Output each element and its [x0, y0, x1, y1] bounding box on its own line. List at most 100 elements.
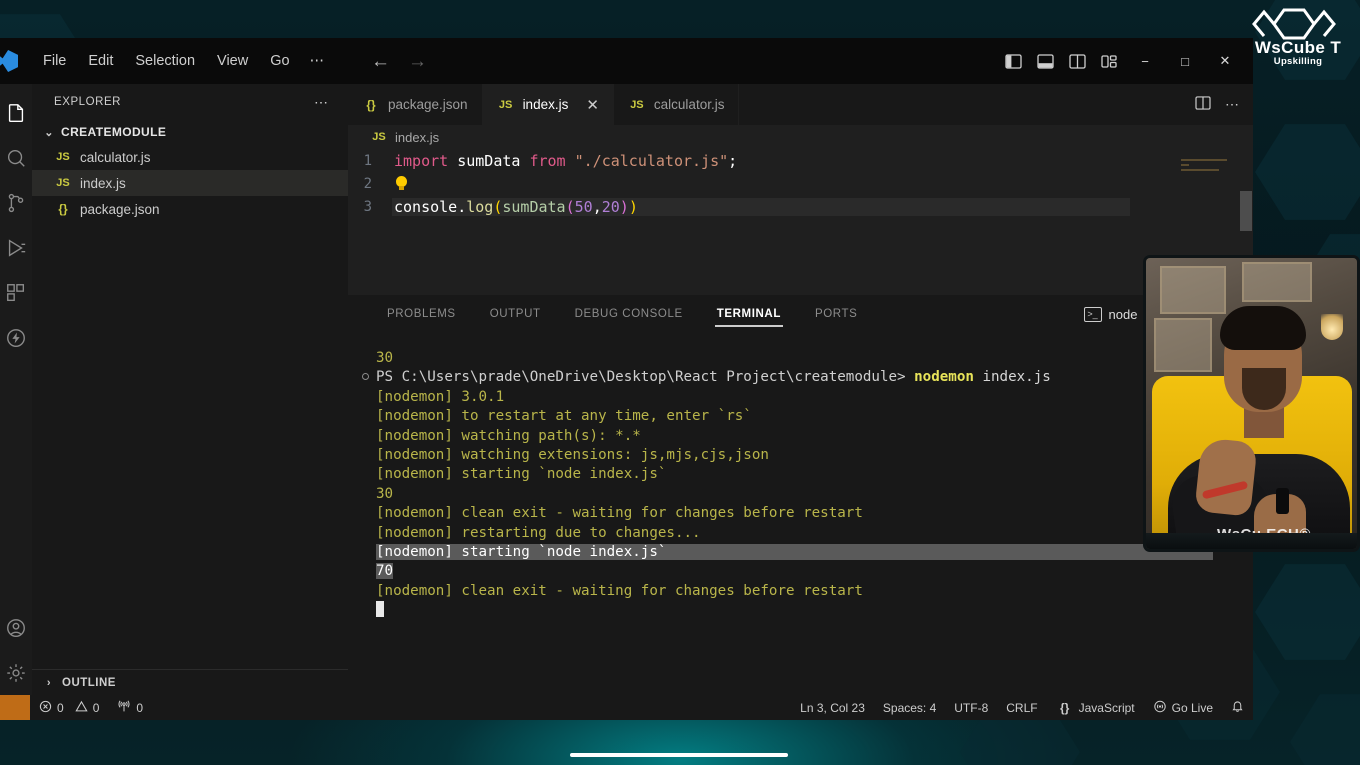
file-item-package-json[interactable]: {} package.json [32, 196, 348, 222]
minimize-button[interactable]: − [1125, 44, 1165, 78]
terminal-line: [nodemon] 3.0.1 [376, 388, 505, 405]
tab-ports[interactable]: PORTS [798, 295, 874, 333]
tab-problems[interactable]: PROBLEMS [370, 295, 473, 333]
menu-edit[interactable]: Edit [77, 48, 124, 74]
activity-source-control-icon[interactable] [0, 180, 32, 225]
status-ports[interactable]: 0 [108, 699, 152, 716]
code-lines: 1 import sumData from "./calculator.js"; 2… [348, 149, 1253, 218]
editor-scrollbar-thumb[interactable] [1240, 191, 1252, 231]
activity-explorer-icon[interactable] [0, 90, 32, 135]
split-editor-icon[interactable] [1195, 96, 1211, 113]
bottom-panel: PROBLEMS OUTPUT DEBUG CONSOLE TERMINAL P… [348, 295, 1253, 695]
tab-index-js[interactable]: JS index.js ✕ [482, 84, 614, 125]
outline-label: OUTLINE [62, 676, 116, 689]
breadcrumb-label: index.js [395, 129, 440, 145]
command-decoration-icon [362, 373, 369, 381]
navigate-forward-icon[interactable]: → [408, 52, 427, 71]
file-item-calculator[interactable]: JS calculator.js [32, 144, 348, 170]
activity-accounts-icon[interactable] [0, 605, 32, 650]
workbench-body: EXPLORER ⋯ ⌄ CREATEMODULE JS calculator.… [0, 84, 1253, 695]
code-token: ; [728, 151, 738, 170]
terminal-cursor [376, 601, 384, 618]
maximize-button[interactable]: □ [1165, 44, 1205, 78]
remote-window-indicator[interactable] [0, 695, 30, 720]
line-number: 3 [363, 198, 372, 215]
radio-tower-icon [117, 699, 131, 716]
status-cursor-position[interactable]: Ln 3, Col 23 [791, 701, 874, 715]
menu-file[interactable]: File [32, 48, 77, 74]
line-number: 2 [363, 175, 372, 192]
close-tab-icon[interactable]: ✕ [586, 96, 599, 114]
activity-extensions-icon[interactable] [0, 270, 32, 315]
status-go-live[interactable]: Go Live [1144, 700, 1222, 716]
code-token: ( [565, 197, 575, 216]
title-bar: File Edit Selection View Go ⋯ ← → create… [0, 38, 1253, 116]
tab-terminal[interactable]: TERMINAL [700, 295, 798, 333]
code-text: console.log(sumData(50,20)) [392, 197, 1130, 216]
status-encoding[interactable]: UTF-8 [945, 701, 997, 715]
menu-selection[interactable]: Selection [124, 48, 206, 74]
activity-thunder-client-icon[interactable] [0, 315, 32, 360]
editor-area: {} package.json JS index.js ✕ JS calcula… [348, 84, 1253, 695]
editor-more-icon[interactable]: ⋯ [1225, 96, 1239, 113]
chevron-right-icon: › [46, 676, 52, 689]
breadcrumb[interactable]: JS index.js [348, 125, 1253, 149]
menu-go[interactable]: Go [259, 48, 300, 74]
outline-section-header[interactable]: › OUTLINE [32, 669, 348, 695]
toggle-primary-sidebar-icon[interactable] [997, 45, 1029, 77]
js-file-icon: JS [372, 131, 386, 143]
file-item-index[interactable]: JS index.js [32, 170, 348, 196]
toggle-panel-icon[interactable] [1029, 45, 1061, 77]
tab-debug-console[interactable]: DEBUG CONSOLE [558, 295, 700, 333]
close-button[interactable]: ✕ [1205, 44, 1245, 78]
navigate-back-icon[interactable]: ← [371, 52, 390, 71]
terminal-selected-text: 70 [376, 563, 394, 580]
terminal-line: [nodemon] to restart at any time, enter … [376, 408, 752, 425]
customize-layout-icon[interactable] [1093, 45, 1125, 77]
code-token: . [457, 197, 467, 216]
status-problems[interactable]: 0 0 [30, 700, 108, 716]
tab-package-json[interactable]: {} package.json [348, 84, 483, 125]
go-live-label: Go Live [1171, 700, 1213, 715]
code-token: "./calculator.js" [574, 151, 729, 170]
ports-count: 0 [136, 700, 144, 715]
webcam-overlay: WsCu ECH® [1143, 255, 1360, 552]
warning-icon [75, 700, 88, 716]
wall-frame [1160, 266, 1226, 314]
menu-view[interactable]: View [206, 48, 259, 74]
toggle-secondary-sidebar-icon[interactable] [1061, 45, 1093, 77]
tab-label: package.json [388, 97, 468, 112]
activity-settings-icon[interactable] [0, 650, 32, 695]
code-token: 50 [574, 197, 593, 216]
explorer-more-icon[interactable]: ⋯ [314, 94, 330, 111]
activity-run-debug-icon[interactable] [0, 225, 32, 270]
js-file-icon: JS [56, 151, 70, 163]
line-number: 1 [363, 152, 372, 169]
status-notifications[interactable] [1222, 699, 1253, 716]
file-label: index.js [80, 175, 126, 191]
tab-calculator-js[interactable]: JS calculator.js [613, 84, 740, 125]
navigation-arrows: ← → [371, 52, 427, 71]
code-token: , [592, 197, 602, 216]
activity-bar [0, 84, 32, 695]
menu-more-icon[interactable]: ⋯ [301, 48, 336, 74]
status-language-mode[interactable]: {} JavaScript [1047, 701, 1144, 715]
quick-fix-lightbulb-icon[interactable] [395, 176, 408, 192]
wall-frame [1242, 262, 1312, 302]
explorer-sidebar: EXPLORER ⋯ ⌄ CREATEMODULE JS calculator.… [32, 84, 348, 695]
wall-frame [1154, 318, 1212, 372]
activity-search-icon[interactable] [0, 135, 32, 180]
explorer-title: EXPLORER [54, 96, 122, 108]
status-indentation[interactable]: Spaces: 4 [874, 701, 945, 715]
terminal-output[interactable]: 30 PS C:\Users\prade\OneDrive\Desktop\Rea… [348, 333, 1253, 695]
code-line: 3 console.log(sumData(50,20)) [348, 195, 1253, 218]
code-editor[interactable]: 1 import sumData from "./calculator.js"; 2… [348, 149, 1253, 295]
terminal-line: 70 [362, 562, 1253, 581]
status-eol[interactable]: CRLF [997, 701, 1046, 715]
vscode-window: File Edit Selection View Go ⋯ ← → create… [0, 38, 1253, 720]
tab-output[interactable]: OUTPUT [473, 295, 558, 333]
folder-root[interactable]: ⌄ CREATEMODULE [32, 120, 348, 144]
terminal-line: [nodemon] clean exit - waiting for chang… [376, 505, 863, 522]
chevron-down-icon: ⌄ [44, 126, 54, 139]
terminal-shell-selector[interactable]: >_ node [1083, 306, 1137, 322]
